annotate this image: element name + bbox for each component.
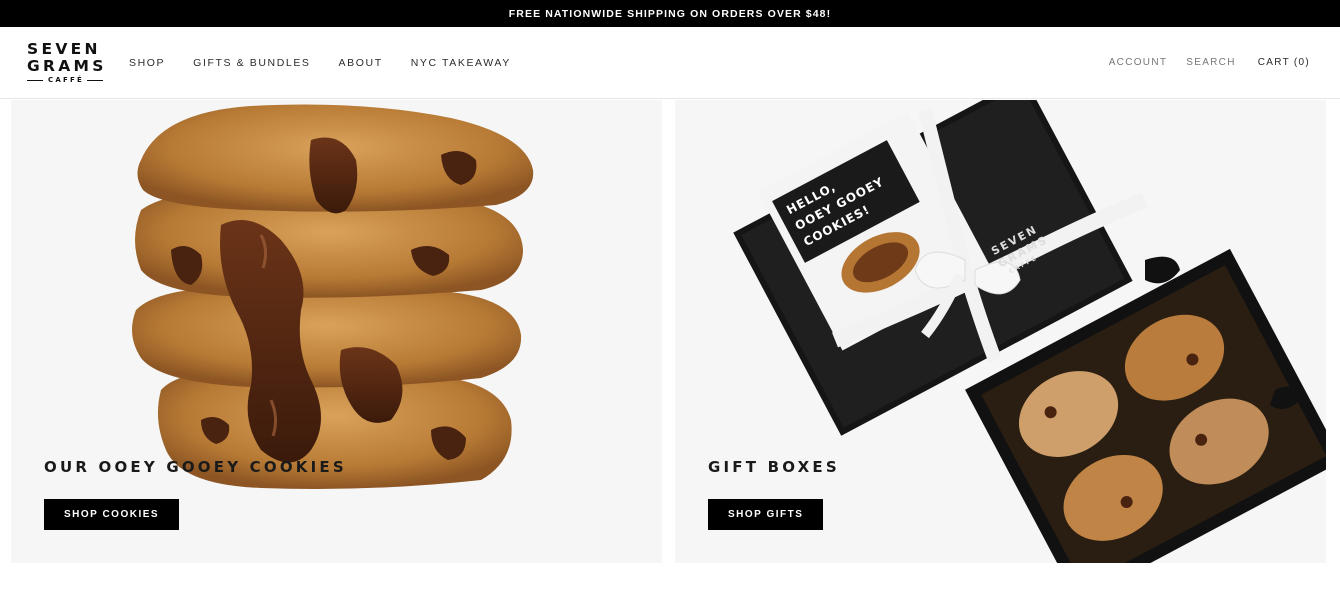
stacked-cookies-image (132, 104, 534, 489)
logo-line-2: GRAMS (27, 57, 107, 75)
announcement-text: FREE NATIONWIDE SHIPPING ON ORDERS OVER … (508, 7, 832, 20)
cart-link[interactable]: CART (0) (1258, 57, 1310, 68)
secondary-nav: ACCOUNT SEARCH CART (0) (1090, 57, 1310, 68)
nav-item-shop[interactable]: SHOP (129, 57, 165, 69)
logo[interactable]: SEVEN GRAMS CAFFÉ (27, 38, 105, 88)
promo-card-cookies[interactable]: OUR OOEY GOOEY COOKIES SHOP COOKIES (11, 100, 662, 563)
logo-line-1: SEVEN (27, 40, 101, 58)
account-link[interactable]: ACCOUNT (1109, 57, 1168, 68)
gift-box-image: HELLO, OOEY GOOEY COOKIES! SEVEN GRAMS C… (733, 100, 1326, 563)
primary-nav: SHOP GIFTS & BUNDLES ABOUT NYC TAKEAWAY (129, 57, 539, 69)
promo-title-cookies: OUR OOEY GOOEY COOKIES (44, 458, 347, 476)
announcement-bar: FREE NATIONWIDE SHIPPING ON ORDERS OVER … (0, 0, 1340, 27)
shop-cookies-button[interactable]: SHOP COOKIES (44, 499, 180, 530)
promo-grid: OUR OOEY GOOEY COOKIES SHOP COOKIES HELL… (11, 100, 1326, 563)
logo-line-3: CAFFÉ (48, 76, 84, 84)
shop-gifts-button[interactable]: SHOP GIFTS (708, 499, 824, 530)
logo-subline: CAFFÉ (27, 76, 103, 84)
promo-title-gifts: GIFT BOXES (708, 458, 840, 476)
logo-rule-left (27, 79, 44, 81)
nav-item-gifts-bundles[interactable]: GIFTS & BUNDLES (193, 57, 310, 69)
logo-rule-right (86, 79, 103, 81)
nav-item-nyc-takeaway[interactable]: NYC TAKEAWAY (411, 57, 511, 69)
site-header: SEVEN GRAMS CAFFÉ SHOP GIFTS & BUNDLES A… (0, 27, 1340, 99)
nav-item-about[interactable]: ABOUT (339, 57, 383, 69)
search-link[interactable]: SEARCH (1186, 57, 1235, 68)
promo-card-gifts[interactable]: HELLO, OOEY GOOEY COOKIES! SEVEN GRAMS C… (675, 100, 1326, 563)
